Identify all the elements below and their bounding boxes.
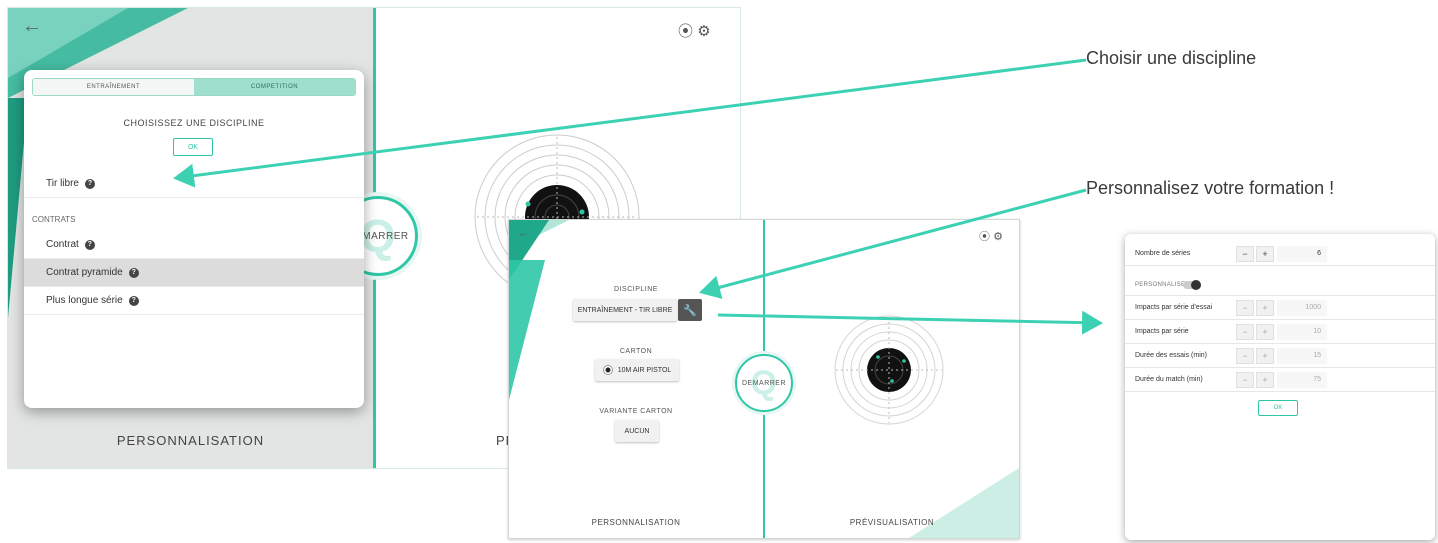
ok-button[interactable]: OK: [1258, 400, 1298, 416]
list-item-label: Plus longue série: [46, 295, 123, 306]
panel-label-personalization: PERSONNALISATION: [116, 433, 265, 448]
target-icon: [834, 315, 944, 425]
row-nombre-series: Nombre de séries − + 6: [1125, 242, 1435, 266]
annotation-customize: Personnalisez votre formation !: [1086, 178, 1335, 198]
value-field[interactable]: 6: [1277, 245, 1327, 262]
tab-competition[interactable]: COMPETITION: [194, 79, 355, 95]
personalize-toggle-row: PERSONNALISER: [1125, 274, 1435, 296]
row-impacts-serie: Impacts par série − + 10: [1125, 320, 1435, 344]
value-field[interactable]: 75: [1277, 371, 1327, 388]
row-duree-essais: Durée des essais (min) − + 15: [1125, 344, 1435, 368]
carton-value: 10M AIR PISTOL: [617, 366, 672, 374]
list-item-plus-longue-serie[interactable]: Plus longue série?: [24, 287, 364, 315]
decrement-button[interactable]: −: [1236, 323, 1254, 340]
wireless-icon[interactable]: ⦿: [678, 23, 693, 40]
decor-shape: [909, 468, 1019, 538]
target-icon: [602, 365, 613, 375]
increment-button[interactable]: +: [1256, 299, 1274, 316]
tab-training[interactable]: ENTRAÎNEMENT: [33, 79, 194, 95]
gear-icon[interactable]: ⚙: [993, 231, 1003, 243]
back-arrow-icon[interactable]: ←: [517, 226, 530, 239]
row-impacts-essai: Impacts par série d'essai − + 1000: [1125, 296, 1435, 320]
row-duree-match: Durée du match (min) − + 75: [1125, 368, 1435, 392]
decor-shape: [509, 260, 545, 400]
ok-button[interactable]: OK: [173, 138, 213, 156]
list-item-tir-libre[interactable]: Tir libre?: [24, 170, 364, 198]
personalize-toggle[interactable]: [1183, 280, 1201, 290]
start-label: DEMARRER: [741, 379, 787, 387]
help-icon[interactable]: ?: [84, 239, 95, 250]
increment-button[interactable]: +: [1256, 323, 1274, 340]
list-item-contrat[interactable]: Contrat?: [24, 231, 364, 259]
gear-icon[interactable]: ⚙: [697, 23, 710, 40]
discipline-dialog: ENTRAÎNEMENT COMPETITION CHOISISSEZ UNE …: [24, 70, 364, 408]
value-field[interactable]: 10: [1277, 323, 1327, 340]
mode-tabs: ENTRAÎNEMENT COMPETITION: [32, 78, 356, 96]
back-arrow-icon[interactable]: ←: [22, 16, 42, 36]
list-item-label: Contrat pyramide: [46, 267, 123, 278]
value-field[interactable]: 1000: [1277, 299, 1327, 316]
help-icon[interactable]: ?: [128, 267, 139, 278]
panel-label-preview: PRÉVISUALISATION: [849, 518, 935, 527]
panel-label-personalization: PERSONNALISATION: [591, 518, 681, 527]
customization-dialog: Nombre de séries − + 6 PERSONNALISER Imp…: [1125, 234, 1435, 540]
wireless-icon[interactable]: ⦿: [979, 231, 990, 243]
annotation-choose: Choisir une discipline: [1086, 48, 1257, 68]
help-icon[interactable]: ?: [84, 178, 95, 189]
row-label: Impacts par série: [1135, 328, 1189, 335]
decrement-button[interactable]: −: [1236, 245, 1254, 262]
decrement-button[interactable]: −: [1236, 299, 1254, 316]
section-header-contrats: CONTRATS: [32, 214, 76, 224]
start-button[interactable]: Q DEMARRER: [735, 354, 793, 412]
increment-button[interactable]: +: [1256, 371, 1274, 388]
carton-label: CARTON: [619, 348, 653, 355]
carton-button[interactable]: 10M AIR PISTOL: [595, 359, 679, 381]
dialog-title: CHOISISSEZ UNE DISCIPLINE: [123, 118, 265, 128]
increment-button[interactable]: +: [1256, 347, 1274, 364]
row-label: Impacts par série d'essai: [1135, 304, 1213, 311]
row-label: Nombre de séries: [1135, 250, 1191, 257]
status-icons: ⦿ ⚙: [979, 228, 1003, 244]
row-label: Durée des essais (min): [1135, 352, 1207, 359]
status-icons: ⦿ ⚙: [678, 20, 711, 41]
variant-label: VARIANTE CARTON: [599, 408, 673, 415]
decrement-button[interactable]: −: [1236, 347, 1254, 364]
list-item-label: Contrat: [46, 239, 79, 250]
list-item-contrat-pyramide[interactable]: Contrat pyramide?: [24, 259, 364, 287]
help-icon[interactable]: ?: [128, 295, 139, 306]
discipline-label: DISCIPLINE: [614, 286, 658, 293]
decrement-button[interactable]: −: [1236, 371, 1254, 388]
increment-button[interactable]: +: [1256, 245, 1274, 262]
row-label: Durée du match (min): [1135, 376, 1203, 383]
list-item-label: Tir libre: [46, 178, 79, 189]
wrench-icon[interactable]: 🔧: [678, 299, 702, 321]
variant-button[interactable]: AUCUN: [615, 420, 659, 442]
discipline-button[interactable]: ENTRAÎNEMENT - TIR LIBRE: [573, 299, 677, 321]
screen-setup: ← ⦿ ⚙ DISCIPLINE ENTRAÎNEMENT - TIR LIBR…: [508, 219, 1020, 539]
toggle-label: PERSONNALISER: [1135, 281, 1190, 288]
value-field[interactable]: 15: [1277, 347, 1327, 364]
